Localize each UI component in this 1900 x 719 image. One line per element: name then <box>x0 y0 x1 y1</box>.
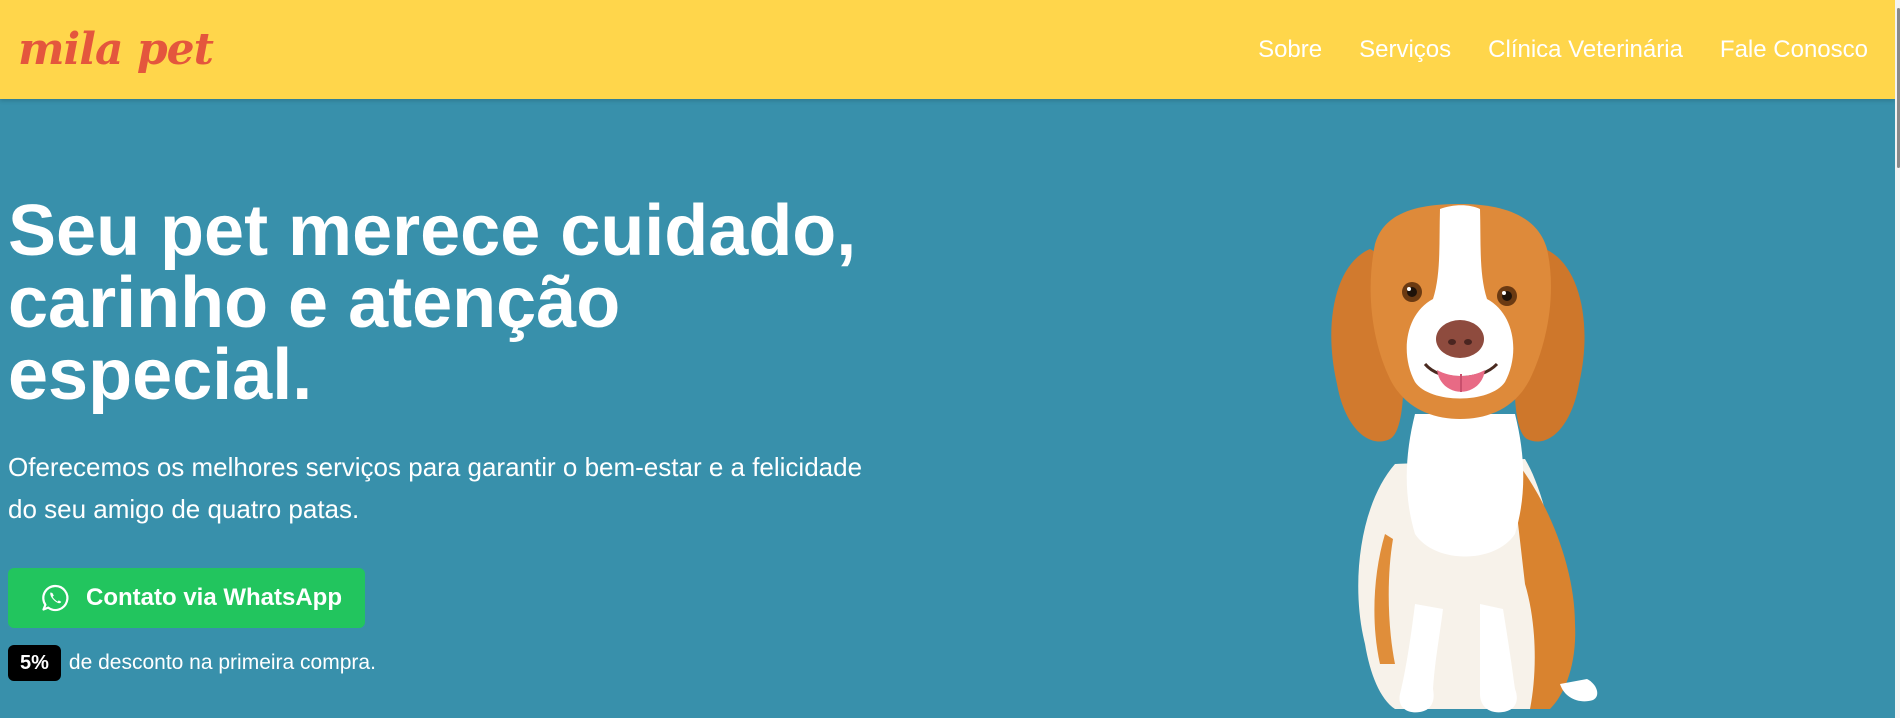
hero-subtitle: Oferecemos os melhores serviços para gar… <box>8 446 908 530</box>
page: mila pet Sobre Serviços Clínica Veteriná… <box>0 0 1900 718</box>
nav-link-fale-conosco[interactable]: Fale Conosco <box>1720 34 1868 66</box>
discount-text: de desconto na primeira compra. <box>68 651 376 674</box>
logo[interactable]: mila pet <box>18 22 214 78</box>
whatsapp-button-label: Contato via WhatsApp <box>86 584 342 611</box>
whatsapp-contact-button[interactable]: Contato via WhatsApp <box>8 568 365 628</box>
hero-title-line: especial. <box>8 335 313 415</box>
nav-link-sobre[interactable]: Sobre <box>1258 34 1322 66</box>
main-nav: Sobre Serviços Clínica Veterinária Fale … <box>1258 34 1868 66</box>
hero-subtitle-line: Oferecemos os melhores serviços para gar… <box>8 452 863 482</box>
hero-section: Seu pet merece cuidado, carinho e atençã… <box>0 99 1895 718</box>
dog-image <box>1275 204 1655 714</box>
nav-link-clinica-veterinaria[interactable]: Clínica Veterinária <box>1488 34 1683 66</box>
hero-title: Seu pet merece cuidado, carinho e atençã… <box>8 195 908 411</box>
discount-badge: 5% <box>8 645 61 681</box>
site-header: mila pet Sobre Serviços Clínica Veteriná… <box>0 0 1895 99</box>
discount-promo: 5% de desconto na primeira compra. <box>8 645 376 681</box>
whatsapp-icon <box>40 583 70 613</box>
hero-title-line: carinho e atenção <box>8 263 621 343</box>
hero-subtitle-line: do seu amigo de quatro patas. <box>8 494 360 524</box>
hero-title-line: Seu pet merece cuidado, <box>8 191 857 271</box>
nav-link-servicos[interactable]: Serviços <box>1359 34 1451 66</box>
